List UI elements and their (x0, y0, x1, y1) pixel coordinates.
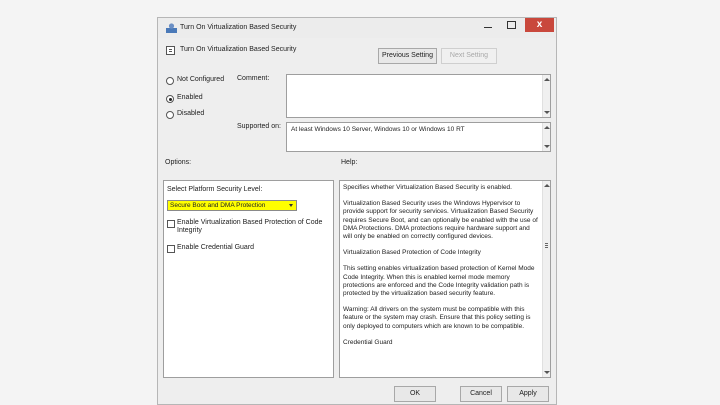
scroll-down-icon[interactable] (544, 371, 550, 374)
help-paragraph: Credential Guard (343, 338, 393, 346)
credential-guard-label: Enable Credential Guard (177, 244, 255, 251)
radio-circle[interactable] (166, 77, 174, 85)
radio-circle[interactable] (166, 95, 174, 103)
help-panel: Specifies whether Virtualization Based S… (339, 180, 551, 378)
ok-button[interactable]: OK (394, 386, 436, 402)
help-scrollbar[interactable] (542, 181, 550, 377)
checkbox-box[interactable] (167, 245, 175, 253)
policy-icon (166, 46, 175, 55)
radio-label: Not Configured (177, 76, 225, 83)
options-heading: Options: (165, 159, 192, 166)
help-paragraph: This setting enables virtualization base… (343, 265, 535, 298)
help-paragraph: Virtualization Based Protection of Code … (343, 249, 481, 257)
code-integrity-label: Enable Virtualization Based Protection o… (177, 219, 323, 234)
checkbox-box[interactable] (167, 220, 175, 228)
apply-button[interactable]: Apply (507, 386, 549, 402)
title-bar[interactable]: Turn On Virtualization Based Security x (158, 18, 556, 38)
supported-on-label: Supported on: (237, 123, 281, 130)
group-policy-icon (166, 23, 177, 33)
close-button[interactable]: x (525, 18, 554, 32)
help-text: Specifies whether Virtualization Based S… (343, 184, 539, 355)
scroll-up-icon[interactable] (544, 126, 550, 129)
comment-scrollbar[interactable] (542, 75, 550, 117)
help-paragraph: Warning: All drivers on the system must … (343, 306, 531, 330)
scroll-down-icon[interactable] (544, 111, 550, 114)
radio-label: Enabled (177, 94, 203, 101)
previous-setting-button[interactable]: Previous Setting (378, 48, 437, 64)
radio-circle[interactable] (166, 111, 174, 119)
policy-title: Turn On Virtualization Based Security (180, 46, 297, 53)
comment-textarea[interactable] (286, 74, 551, 118)
options-panel: Select Platform Security Level: Secure B… (163, 180, 334, 378)
policy-dialog: Turn On Virtualization Based Security x … (157, 17, 557, 405)
scroll-grip-icon[interactable] (545, 243, 548, 244)
supported-on-value: At least Windows 10 Server, Windows 10 o… (291, 126, 465, 133)
platform-security-dropdown[interactable]: Secure Boot and DMA Protection (167, 200, 297, 211)
scroll-up-icon[interactable] (544, 78, 550, 81)
scroll-down-icon[interactable] (544, 145, 550, 148)
supported-scrollbar[interactable] (542, 123, 550, 151)
cancel-button[interactable]: Cancel (460, 386, 502, 402)
supported-on-field: At least Windows 10 Server, Windows 10 o… (286, 122, 551, 152)
maximize-button[interactable] (501, 18, 521, 32)
next-setting-button[interactable]: Next Setting (441, 48, 497, 64)
minimize-button[interactable] (478, 18, 498, 32)
help-paragraph: Specifies whether Virtualization Based S… (343, 184, 512, 191)
platform-security-value: Secure Boot and DMA Protection (170, 202, 266, 209)
scroll-up-icon[interactable] (544, 184, 550, 187)
help-paragraph: Virtualization Based Security uses the W… (343, 200, 538, 241)
radio-label: Disabled (177, 110, 205, 117)
help-heading: Help: (341, 159, 358, 166)
comment-label: Comment: (237, 75, 270, 82)
chevron-down-icon[interactable] (289, 204, 293, 207)
window-title: Turn On Virtualization Based Security (180, 24, 297, 31)
platform-security-label: Select Platform Security Level: (167, 186, 263, 193)
